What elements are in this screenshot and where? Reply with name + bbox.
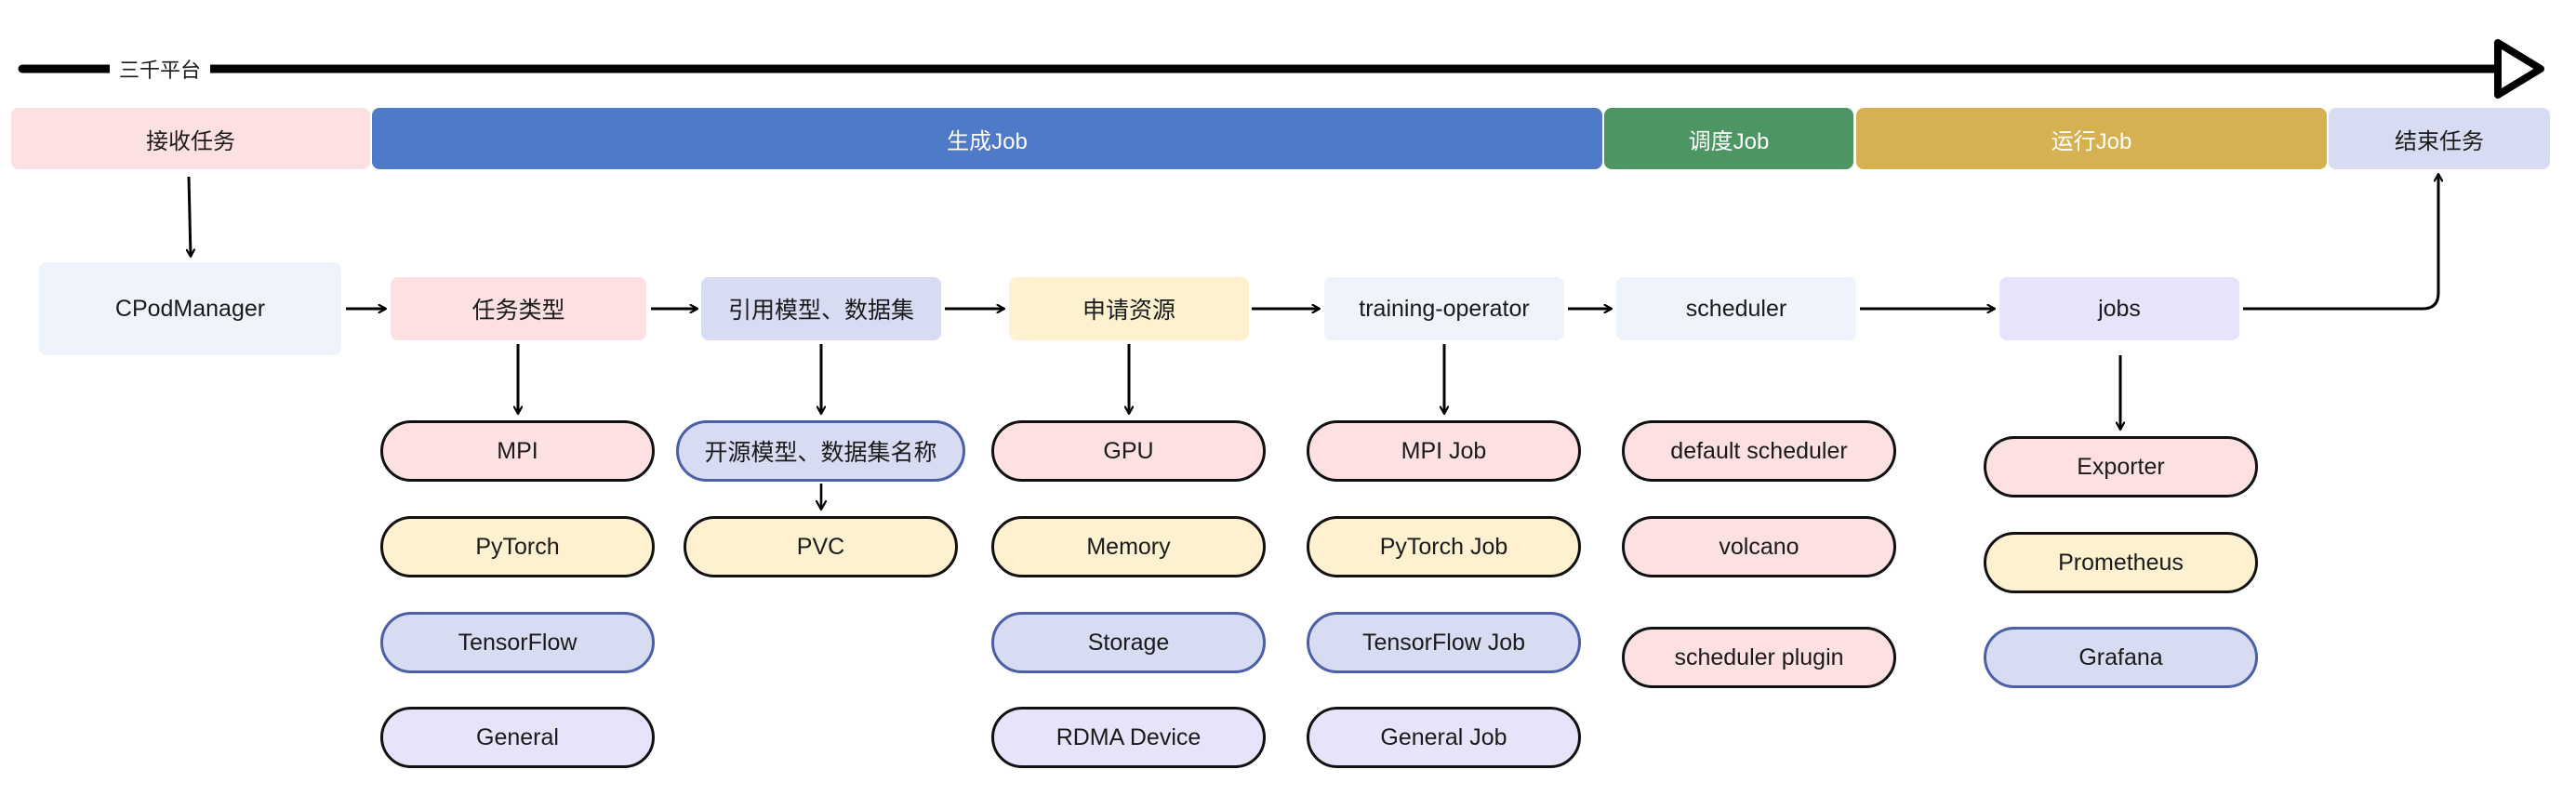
option-general-job: General Job <box>1307 707 1581 768</box>
option-general: General <box>380 707 655 768</box>
node-apply-resource: 申请资源 <box>1009 277 1249 340</box>
diagram-canvas: 三千平台 接收任务 生成Job 调度Job 运行Job 结束任务 CPodMan… <box>0 0 2576 796</box>
stage-schedule-job: 调度Job <box>1604 108 1853 169</box>
option-pytorch-job: PyTorch Job <box>1307 516 1581 577</box>
option-volcano: volcano <box>1622 516 1896 577</box>
option-open-source-model-dataset-name: 开源模型、数据集名称 <box>676 420 965 482</box>
node-cpodmanager: CPodManager <box>39 262 341 355</box>
timeline-arrowhead <box>2494 39 2544 99</box>
option-tensorflow: TensorFlow <box>380 612 655 673</box>
stage-generate-job: 生成Job <box>372 108 1602 169</box>
node-jobs: jobs <box>1999 277 2239 340</box>
option-mpi-job: MPI Job <box>1307 420 1581 482</box>
option-pytorch: PyTorch <box>380 516 655 577</box>
timeline-title: 三千平台 <box>110 54 211 84</box>
arrow-receive-task-to-cpodmanager <box>189 176 191 257</box>
stage-run-job: 运行Job <box>1856 108 2327 169</box>
option-memory: Memory <box>991 516 1266 577</box>
option-exporter: Exporter <box>1984 436 2258 498</box>
node-training-operator: training-operator <box>1324 277 1564 340</box>
option-prometheus: Prometheus <box>1984 532 2258 593</box>
option-grafana: Grafana <box>1984 627 2258 688</box>
node-scheduler: scheduler <box>1616 277 1856 340</box>
option-pvc: PVC <box>684 516 958 577</box>
node-task-type: 任务类型 <box>391 277 646 340</box>
option-rdma-device: RDMA Device <box>991 707 1266 768</box>
option-mpi: MPI <box>380 420 655 482</box>
option-scheduler-plugin: scheduler plugin <box>1622 627 1896 688</box>
timeline-arrow <box>18 39 2544 99</box>
stage-end-task: 结束任务 <box>2329 108 2550 169</box>
node-reference-model-dataset: 引用模型、数据集 <box>701 277 941 340</box>
option-tensorflow-job: TensorFlow Job <box>1307 612 1581 673</box>
arrow-jobs-to-end-task <box>2243 174 2438 311</box>
stage-receive-task: 接收任务 <box>11 108 370 169</box>
option-storage: Storage <box>991 612 1266 673</box>
option-default-scheduler: default scheduler <box>1622 420 1896 482</box>
option-gpu: GPU <box>991 420 1266 482</box>
